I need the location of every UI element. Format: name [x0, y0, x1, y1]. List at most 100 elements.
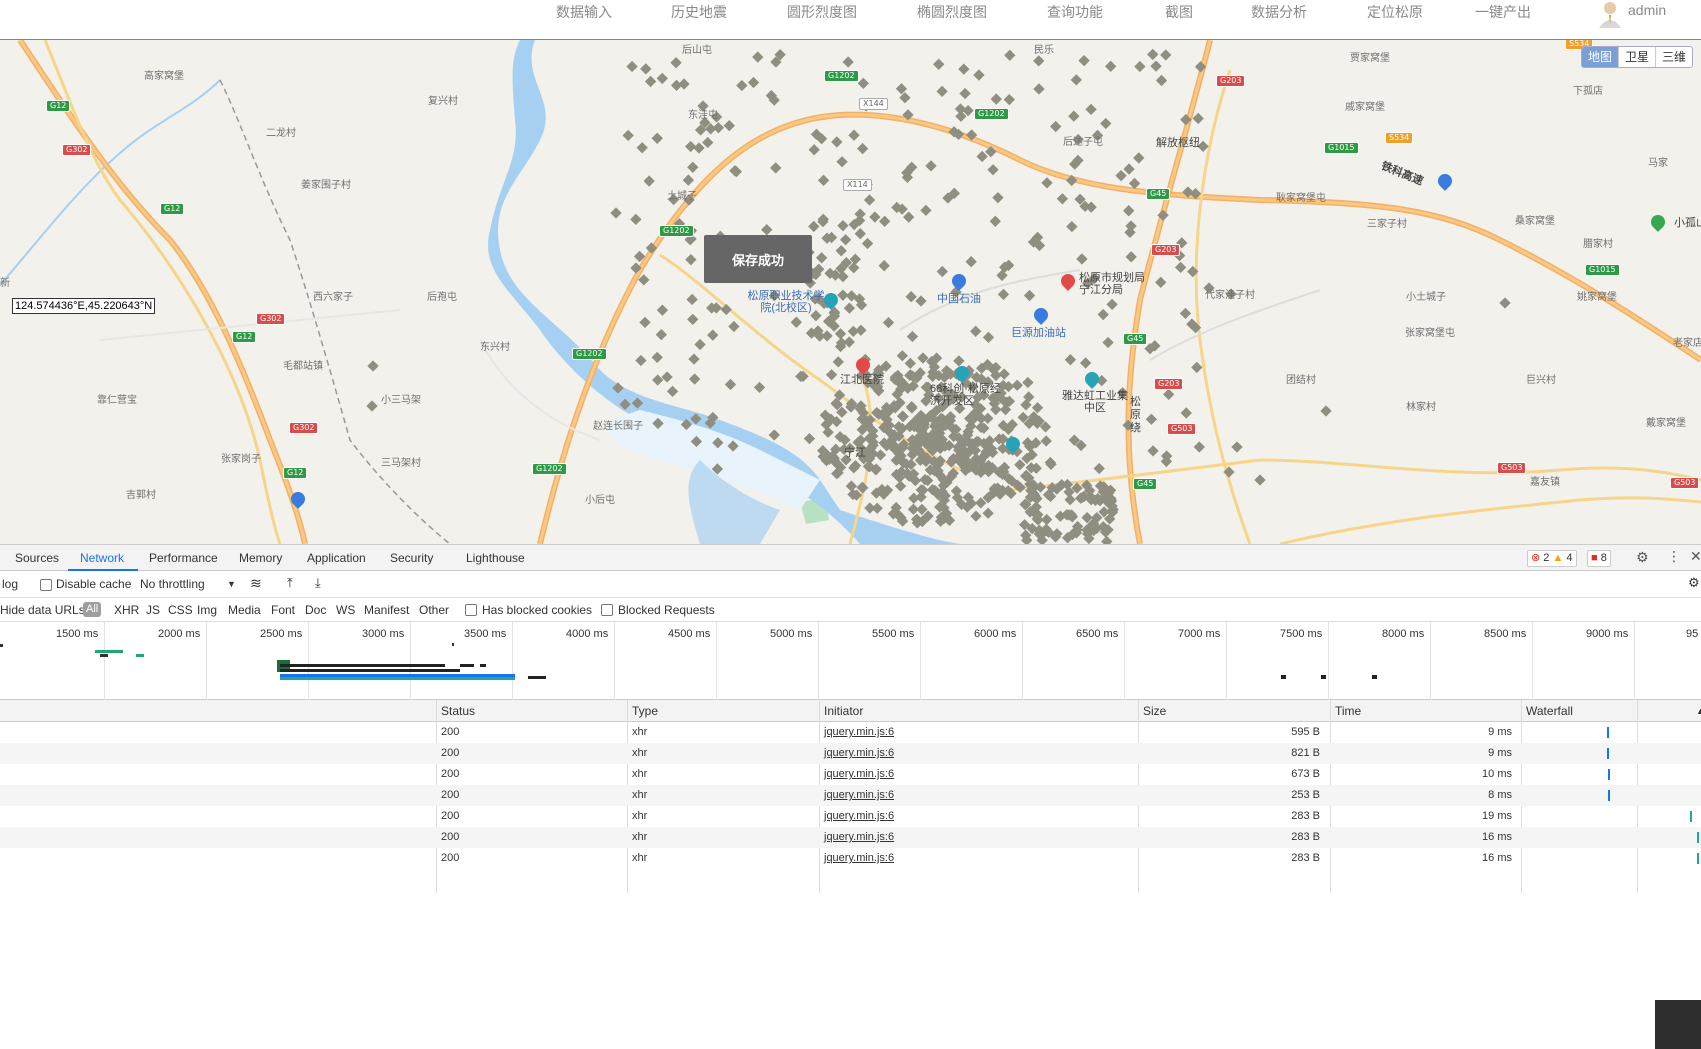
filter-ws[interactable]: WS [336, 603, 355, 617]
tab-lighthouse[interactable]: Lighthouse [466, 551, 525, 565]
column-header-time[interactable]: Time [1335, 704, 1361, 718]
username[interactable]: admin [1628, 2, 1666, 18]
filter-doc[interactable]: Doc [305, 603, 326, 617]
blocked-requests-label[interactable]: Blocked Requests [618, 603, 715, 617]
preserve-log-label[interactable]: log [2, 577, 18, 591]
point-marker [1022, 376, 1034, 389]
column-header-waterfall[interactable]: Waterfall [1526, 704, 1573, 718]
map-place-label: 桑家窝堡 [1515, 216, 1555, 227]
table-row[interactable]: 200 xhr jquery.min.js:6 595 B 9 ms [0, 722, 1701, 743]
nav-circular-intensity-map[interactable]: 圆形烈度图 [787, 2, 857, 22]
filter-js[interactable]: JS [146, 603, 160, 617]
point-marker [832, 356, 844, 368]
point-marker [651, 351, 663, 364]
disable-cache-label[interactable]: Disable cache [56, 577, 131, 591]
nav-data-input[interactable]: 数据输入 [556, 2, 612, 22]
filter-other[interactable]: Other [419, 603, 449, 617]
timeline-request-bar [136, 654, 144, 657]
filter-xhr[interactable]: XHR [114, 603, 139, 617]
tab-sources[interactable]: Sources [15, 551, 59, 565]
table-row[interactable]: 200 xhr jquery.min.js:6 673 B 10 ms [0, 764, 1701, 785]
chevron-down-icon[interactable]: ▼ [227, 579, 236, 589]
map-view[interactable]: 高家窝堡 复兴村 后山屯 民乐 二龙村 东洼屯 姜家围子村 土城子 西六家子 后… [0, 40, 1701, 544]
nav-screenshot[interactable]: 截图 [1165, 2, 1193, 22]
close-devtools-icon[interactable]: ✕ [1690, 548, 1701, 565]
settings-gear-icon[interactable]: ⚙ [1636, 549, 1649, 566]
timeline-gridline [1430, 622, 1431, 700]
table-row[interactable]: 200 xhr jquery.min.js:6 283 B 16 ms [0, 848, 1701, 869]
has-blocked-cookies-checkbox[interactable] [465, 604, 477, 616]
tab-memory[interactable]: Memory [239, 551, 282, 565]
table-row[interactable]: 200 xhr jquery.min.js:6 283 B 16 ms [0, 827, 1701, 848]
point-marker [702, 136, 714, 149]
highway-shield: G45 [1146, 188, 1171, 200]
hide-data-urls-label[interactable]: Hide data URLs [0, 603, 85, 617]
disable-cache-checkbox[interactable] [40, 579, 52, 591]
tab-security[interactable]: Security [390, 551, 433, 565]
timeline-request-bar [1281, 675, 1286, 679]
cell-initiator[interactable]: jquery.min.js:6 [824, 747, 894, 759]
nav-historical-earthquakes[interactable]: 历史地震 [671, 2, 727, 22]
map-place-label: 马家 [1648, 158, 1668, 169]
table-row[interactable]: 200 xhr jquery.min.js:6 283 B 19 ms [0, 806, 1701, 827]
point-marker [1011, 379, 1023, 391]
point-marker [1093, 462, 1105, 475]
highway-shield: G203 [1154, 378, 1184, 390]
waterfall-bar [1690, 811, 1692, 822]
filter-media[interactable]: Media [228, 603, 261, 617]
cell-initiator[interactable]: jquery.min.js:6 [824, 810, 894, 822]
network-overview-timeline[interactable]: 1500 ms 2000 ms 2500 ms 3000 ms 3500 ms … [0, 622, 1701, 700]
table-row[interactable]: 200 xhr jquery.min.js:6 253 B 8 ms [0, 785, 1701, 806]
point-marker [1102, 336, 1114, 349]
filter-font[interactable]: Font [271, 603, 295, 617]
tab-performance[interactable]: Performance [149, 551, 218, 565]
cell-type: xhr [632, 810, 648, 822]
point-marker [933, 58, 945, 70]
point-marker [808, 220, 820, 233]
user-avatar-icon[interactable] [1597, 0, 1623, 28]
issues-badge[interactable]: ■ 8 [1587, 550, 1611, 567]
filter-css[interactable]: CSS [168, 603, 193, 617]
column-header-initiator[interactable]: Initiator [824, 704, 863, 718]
console-counts-badge[interactable]: ⊗ 2 ▲ 4 [1527, 550, 1577, 567]
timeline-tick-label: 6000 ms [974, 628, 1017, 640]
blocked-requests-checkbox[interactable] [601, 604, 613, 616]
network-settings-gear-icon[interactable]: ⚙ [1688, 575, 1700, 591]
cell-initiator[interactable]: jquery.min.js:6 [824, 726, 894, 738]
point-marker [845, 480, 858, 492]
point-marker [645, 242, 658, 254]
nav-query[interactable]: 查询功能 [1047, 2, 1103, 22]
point-marker [959, 87, 971, 100]
filter-manifest[interactable]: Manifest [364, 603, 409, 617]
point-marker [651, 132, 663, 144]
tab-application[interactable]: Application [307, 551, 366, 565]
tab-network[interactable]: Network [80, 551, 124, 565]
cell-initiator[interactable]: jquery.min.js:6 [824, 831, 894, 843]
column-header-size[interactable]: Size [1143, 704, 1166, 718]
cell-initiator[interactable]: jquery.min.js:6 [824, 852, 894, 864]
point-marker [837, 220, 849, 232]
network-conditions-icon[interactable]: ≋ [250, 575, 262, 592]
map-type-map-button[interactable]: 地图 [1582, 47, 1619, 67]
point-marker [973, 69, 985, 81]
nav-locate-songyuan[interactable]: 定位松原 [1367, 2, 1423, 22]
export-har-icon[interactable]: ⤓ [315, 575, 321, 591]
throttling-select[interactable]: No throttling [140, 577, 205, 591]
has-blocked-cookies-label[interactable]: Has blocked cookies [482, 603, 592, 617]
map-type-satellite-button[interactable]: 卫星 [1618, 47, 1655, 67]
column-header-status[interactable]: Status [441, 704, 475, 718]
cell-initiator[interactable]: jquery.min.js:6 [824, 789, 894, 801]
map-type-3d-button[interactable]: 三维 [1655, 47, 1692, 67]
column-header-type[interactable]: Type [632, 704, 658, 718]
filter-img[interactable]: Img [197, 603, 217, 617]
table-row[interactable]: 200 xhr jquery.min.js:6 821 B 9 ms [0, 743, 1701, 764]
map-place-label: 东兴村 [480, 342, 510, 353]
import-har-icon[interactable]: ⤒ [287, 575, 293, 591]
nav-elliptical-intensity-map[interactable]: 椭圆烈度图 [917, 2, 987, 22]
cell-initiator[interactable]: jquery.min.js:6 [824, 768, 894, 780]
filter-all-button[interactable]: All [83, 602, 102, 617]
nav-one-click-output[interactable]: 一键产出 [1475, 2, 1531, 22]
more-options-icon[interactable]: ⋮ [1667, 548, 1681, 565]
map-place-label: 后山屯 [682, 45, 712, 56]
nav-data-analysis[interactable]: 数据分析 [1251, 2, 1307, 22]
